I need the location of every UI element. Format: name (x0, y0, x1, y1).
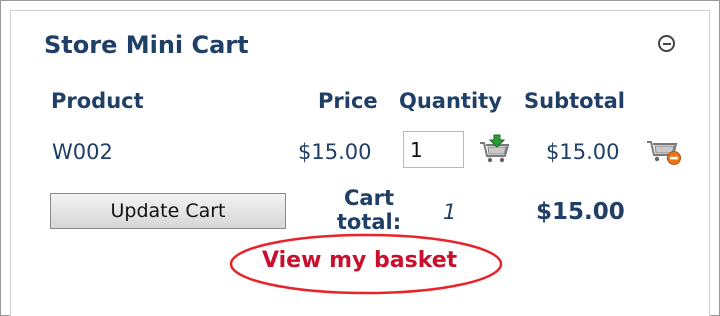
item-product: W002 (52, 140, 113, 164)
item-quantity-input[interactable] (403, 131, 464, 168)
cart-add-icon[interactable] (478, 134, 510, 164)
item-subtotal: $15.00 (546, 140, 620, 164)
cart-remove-icon[interactable] (646, 134, 682, 166)
cart-total-amount: $15.00 (536, 199, 625, 225)
item-price: $15.00 (298, 140, 372, 164)
cart-total-quantity: 1 (443, 200, 457, 224)
column-header-product: Product (51, 89, 144, 113)
cart-total-label: Cart total: (336, 186, 402, 234)
annotation-highlight-ellipse (229, 233, 503, 295)
mini-cart-title: Store Mini Cart (44, 31, 249, 59)
update-cart-button[interactable]: Update Cart (50, 193, 286, 229)
column-header-quantity: Quantity (399, 89, 502, 113)
column-header-subtotal: Subtotal (524, 89, 625, 113)
collapse-icon[interactable] (658, 35, 675, 52)
column-header-price: Price (318, 89, 378, 113)
